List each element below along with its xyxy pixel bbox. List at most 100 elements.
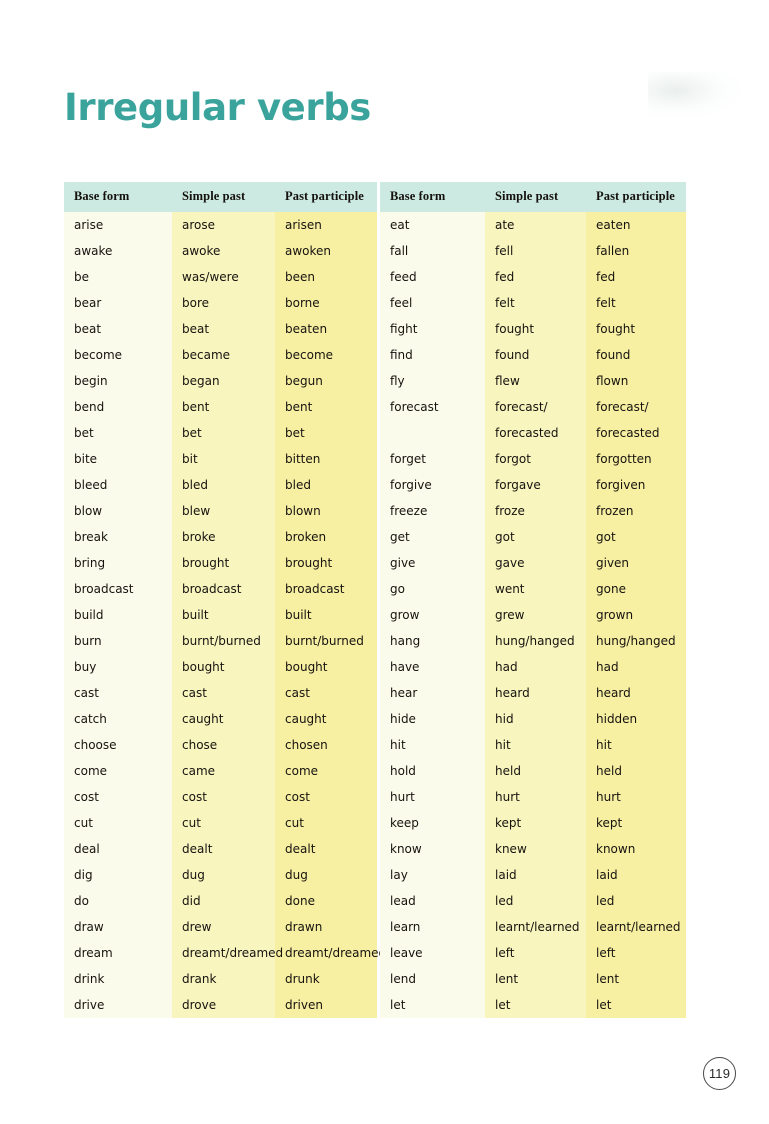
verb-cell: dream — [64, 940, 172, 966]
verb-cell: get — [380, 524, 485, 550]
verb-cell: became — [172, 342, 275, 368]
table-row: let let let — [380, 992, 686, 1018]
verb-cell: held — [485, 758, 586, 784]
verb-cell: hear — [380, 680, 485, 706]
verb-cell: hold — [380, 758, 485, 784]
table-row: fight fought fought — [380, 316, 686, 342]
verb-cell: been — [275, 264, 377, 290]
verb-cell: bought — [172, 654, 275, 680]
verb-cell: built — [172, 602, 275, 628]
verb-cell: bend — [64, 394, 172, 420]
verb-cell: blown — [275, 498, 377, 524]
verb-cell: keep — [380, 810, 485, 836]
verb-cell: led — [485, 888, 586, 914]
verb-cell: fallen — [586, 238, 686, 264]
verb-cell: left — [485, 940, 586, 966]
verb-cell: leave — [380, 940, 485, 966]
verb-cell: blew — [172, 498, 275, 524]
verb-cell: hidden — [586, 706, 686, 732]
verb-cell: drink — [64, 966, 172, 992]
verb-cell: hit — [380, 732, 485, 758]
verb-cell: come — [275, 758, 377, 784]
verb-cell: burnt/burned — [172, 628, 275, 654]
verb-cell: chosen — [275, 732, 377, 758]
verb-cell: borne — [275, 290, 377, 316]
verb-cell: forecast/ — [485, 394, 586, 420]
verb-cell: felt — [586, 290, 686, 316]
column-header-past-participle: Past participle — [586, 182, 686, 212]
page-number: 119 — [703, 1057, 736, 1090]
column-header-base-form: Base form — [380, 182, 485, 212]
verb-cell: bet — [64, 420, 172, 446]
page-title: Irregular verbs — [64, 85, 371, 129]
verb-cell: cost — [172, 784, 275, 810]
verb-cell: hurt — [380, 784, 485, 810]
verb-cell: hurt — [485, 784, 586, 810]
verb-cell: got — [485, 524, 586, 550]
verb-cell: did — [172, 888, 275, 914]
verb-cell: felt — [485, 290, 586, 316]
verb-cell: flew — [485, 368, 586, 394]
table-row: find found found — [380, 342, 686, 368]
table-row: have had had — [380, 654, 686, 680]
table-row: be was/were been — [64, 264, 377, 290]
verb-cell: gave — [485, 550, 586, 576]
verb-cell: arose — [172, 212, 275, 238]
table-row: choose chose chosen — [64, 732, 377, 758]
table-row: draw drew drawn — [64, 914, 377, 940]
verb-cell: known — [586, 836, 686, 862]
verb-cell: got — [586, 524, 686, 550]
verb-cell: forgiven — [586, 472, 686, 498]
verb-cell: begun — [275, 368, 377, 394]
table-row: freeze froze frozen — [380, 498, 686, 524]
verb-cell: lend — [380, 966, 485, 992]
table-row: blow blew blown — [64, 498, 377, 524]
verb-cell: fed — [485, 264, 586, 290]
verb-cell: cost — [64, 784, 172, 810]
table-row: learn learnt/learned learnt/learned — [380, 914, 686, 940]
verb-cell: lent — [485, 966, 586, 992]
table-row: fall fell fallen — [380, 238, 686, 264]
verb-cell: bite — [64, 446, 172, 472]
verb-cell: dig — [64, 862, 172, 888]
verb-cell: caught — [275, 706, 377, 732]
verb-cell: beat — [172, 316, 275, 342]
verb-cell: broken — [275, 524, 377, 550]
verb-cell: cost — [275, 784, 377, 810]
verb-cell: drive — [64, 992, 172, 1018]
verb-cell: have — [380, 654, 485, 680]
verb-cell: hit — [485, 732, 586, 758]
table-row: lay laid laid — [380, 862, 686, 888]
verb-cell: cut — [275, 810, 377, 836]
table-row: bring brought brought — [64, 550, 377, 576]
verb-cell: fell — [485, 238, 586, 264]
verb-cell: chose — [172, 732, 275, 758]
verb-cell: left — [586, 940, 686, 966]
verb-cell: beat — [64, 316, 172, 342]
table-row: come came come — [64, 758, 377, 784]
verb-cell: eaten — [586, 212, 686, 238]
table-row: catch caught caught — [64, 706, 377, 732]
verb-cell: flown — [586, 368, 686, 394]
table-row: begin began begun — [64, 368, 377, 394]
table-row: forecast forecast/forecast/ — [380, 394, 686, 420]
table-row: hit hit hit — [380, 732, 686, 758]
verb-cell: cast — [172, 680, 275, 706]
verb-cell: fought — [485, 316, 586, 342]
verb-cell: feed — [380, 264, 485, 290]
verb-cell: hurt — [586, 784, 686, 810]
verb-cell: forgot — [485, 446, 586, 472]
verb-cell: done — [275, 888, 377, 914]
verb-cell: break — [64, 524, 172, 550]
table-row: forecasted forecasted — [380, 420, 686, 446]
table-row: cast cast cast — [64, 680, 377, 706]
verb-cell: drunk — [275, 966, 377, 992]
table-row: burn burnt/burned burnt/burned — [64, 628, 377, 654]
verb-cell: lent — [586, 966, 686, 992]
verb-cell: heard — [485, 680, 586, 706]
verb-cell: forget — [380, 446, 485, 472]
table-row: eat ate eaten — [380, 212, 686, 238]
verb-cell: caught — [172, 706, 275, 732]
table-row: go went gone — [380, 576, 686, 602]
verb-cell: become — [64, 342, 172, 368]
